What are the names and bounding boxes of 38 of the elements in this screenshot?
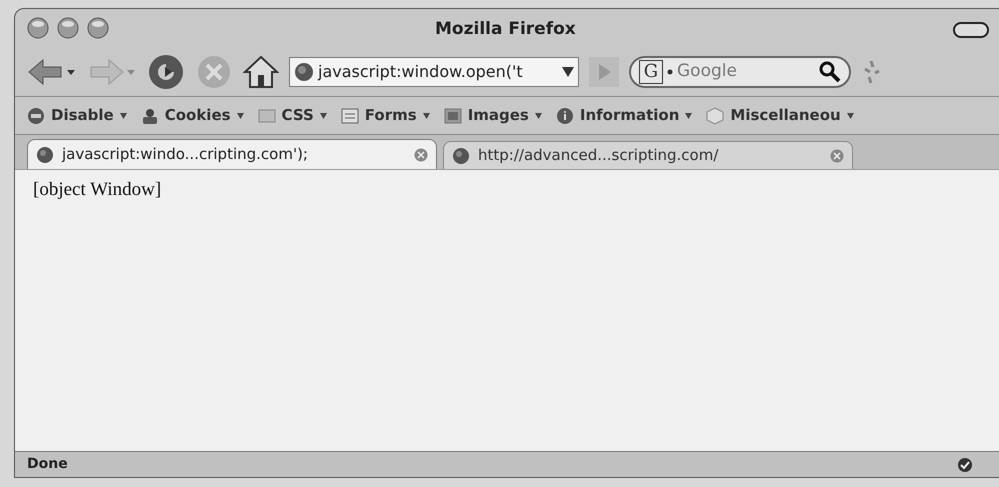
toolbar-toggle-button[interactable] bbox=[953, 22, 989, 38]
search-field[interactable]: G Google bbox=[629, 56, 851, 88]
toolbar-menu[interactable]: Disable bbox=[51, 104, 114, 127]
checkmark-icon bbox=[957, 456, 973, 472]
window-title: Mozilla Firefox bbox=[435, 18, 576, 41]
image-icon bbox=[258, 106, 276, 124]
tab[interactable]: http://advanced...scripting.com/ bbox=[443, 141, 853, 169]
zoom-button[interactable] bbox=[87, 17, 109, 39]
cube-icon bbox=[706, 106, 724, 124]
toolbar-menu[interactable]: Forms bbox=[364, 104, 417, 127]
toolbar-menu[interactable]: Information bbox=[580, 104, 680, 127]
form-icon bbox=[340, 106, 359, 124]
info-icon bbox=[556, 106, 574, 124]
tab[interactable]: javascript:windo...cripting.com'); bbox=[27, 139, 437, 169]
globe-icon bbox=[36, 146, 54, 164]
search-input[interactable]: Google bbox=[677, 58, 815, 84]
reload-icon[interactable] bbox=[147, 52, 185, 90]
page-text: [object Window] bbox=[33, 178, 162, 202]
toolbar-menu[interactable]: CSS bbox=[282, 104, 314, 127]
toolbar-menu[interactable]: Images bbox=[468, 104, 529, 127]
minimize-button[interactable] bbox=[57, 17, 79, 39]
home-icon[interactable] bbox=[243, 54, 279, 88]
back-arrow-icon[interactable] bbox=[27, 56, 77, 86]
throbber-icon bbox=[861, 58, 881, 84]
globe-icon bbox=[452, 146, 470, 164]
close-button[interactable] bbox=[27, 17, 49, 39]
disable-icon bbox=[27, 106, 45, 124]
close-tab-icon[interactable] bbox=[414, 148, 428, 162]
person-icon bbox=[140, 106, 159, 124]
image-icon bbox=[444, 106, 462, 124]
toolbar-menu[interactable]: Miscellaneou bbox=[730, 104, 841, 127]
toolbar-menu[interactable]: Cookies bbox=[164, 104, 231, 127]
close-tab-icon[interactable] bbox=[830, 148, 844, 162]
search-engine-button[interactable]: G bbox=[639, 60, 663, 84]
status-text: Done bbox=[27, 455, 69, 474]
search-icon[interactable] bbox=[819, 60, 841, 82]
address-field[interactable]: javascript:window.open('t bbox=[289, 56, 579, 86]
globe-icon bbox=[294, 62, 314, 82]
